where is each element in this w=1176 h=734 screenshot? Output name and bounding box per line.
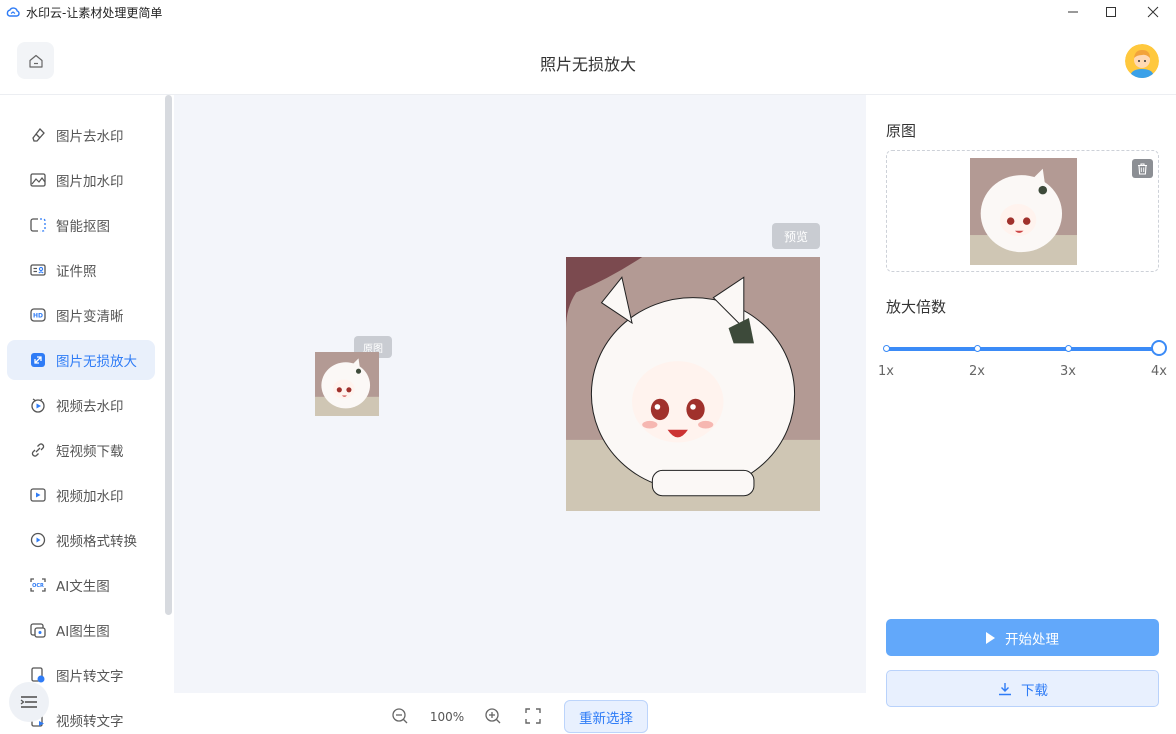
anime-girl-image: [315, 352, 379, 416]
sidebar-item-video-add-watermark[interactable]: 视频加水印: [7, 475, 155, 515]
app-header: 照片无损放大: [0, 24, 1176, 95]
trash-icon: [1138, 162, 1147, 175]
settings-panel: 原图 放大倍数 1x 2x 3x 4x 开始处理 下载: [866, 95, 1176, 734]
sidebar-item-label: 图片加水印: [56, 174, 124, 190]
link-download-icon: [29, 441, 47, 459]
close-button[interactable]: [1130, 0, 1176, 24]
sidebar-item-label: 智能抠图: [56, 219, 110, 235]
sidebar-item-label: 图片无损放大: [56, 354, 137, 370]
ocr-icon: OCR: [29, 576, 47, 594]
sidebar-item-label: 视频去水印: [56, 399, 124, 415]
sidebar-item-image-upscale[interactable]: 图片无损放大: [7, 340, 155, 380]
sidebar: 图片去水印 图片加水印 智能抠图 证件照 HD 图片变清晰 图片无损放大 视频去…: [0, 95, 174, 734]
sidebar-item-video-remove-watermark[interactable]: 视频去水印: [7, 385, 155, 425]
start-process-button[interactable]: 开始处理: [886, 619, 1159, 656]
download-button-label: 下载: [1021, 682, 1048, 699]
delete-button[interactable]: [1132, 159, 1153, 178]
menu-icon: [20, 696, 37, 708]
canvas[interactable]: 原图 预览: [174, 95, 866, 693]
tick-label: 2x: [969, 364, 985, 379]
maximize-button[interactable]: [1088, 0, 1134, 24]
preview-tag: 预览: [772, 223, 820, 249]
sidebar-item-label: AI图生图: [56, 624, 110, 640]
video-eraser-icon: [29, 396, 47, 414]
minimize-icon: [1068, 11, 1078, 13]
original-thumbnail: [970, 158, 1077, 265]
sidebar-item-label: AI文生图: [56, 579, 110, 595]
scale-label: 放大倍数: [886, 298, 947, 316]
zoom-out-icon: [392, 708, 408, 724]
download-icon: [999, 682, 1011, 695]
window-title: 水印云-让素材处理更简单: [26, 6, 163, 20]
page-title: 照片无损放大: [539, 55, 636, 74]
zoom-toolbar: 100% 重新选择: [174, 693, 866, 734]
sidebar-item-video-format-convert[interactable]: 视频格式转换: [7, 520, 155, 560]
reselect-button[interactable]: 重新选择: [564, 700, 648, 733]
slider-stop-3x[interactable]: [1065, 345, 1072, 352]
sidebar-item-label: 图片转文字: [56, 669, 124, 685]
tick-label: 4x: [1151, 364, 1167, 379]
hd-icon: HD: [29, 306, 47, 324]
expand-icon: [29, 351, 47, 369]
fullscreen-icon: [525, 708, 541, 724]
cloud-app-icon: [6, 7, 20, 17]
anime-girl-image: [970, 158, 1077, 265]
svg-text:HD: HD: [33, 313, 43, 320]
zoom-in-button[interactable]: [484, 707, 502, 725]
fit-screen-button[interactable]: [524, 707, 542, 725]
play-circle-icon: [29, 531, 47, 549]
zoom-level: 100%: [429, 710, 465, 724]
original-image[interactable]: [315, 352, 379, 416]
sidebar-item-image-sharpen[interactable]: HD 图片变清晰: [7, 295, 155, 335]
sidebar-item-image-add-watermark[interactable]: 图片加水印: [7, 160, 155, 200]
sidebar-item-id-photo[interactable]: 证件照: [7, 250, 155, 290]
avatar[interactable]: [1125, 44, 1159, 78]
svg-text:OCR: OCR: [32, 583, 44, 589]
sidebar-item-label: 视频转文字: [56, 714, 124, 730]
close-icon: [1147, 6, 1159, 18]
sidebar-item-label: 图片去水印: [56, 129, 124, 145]
sidebar-item-short-video-download[interactable]: 短视频下载: [7, 430, 155, 470]
tick-label: 1x: [878, 364, 894, 379]
sidebar-scrollbar[interactable]: [165, 95, 172, 615]
title-bar: 水印云-让素材处理更简单: [0, 0, 1176, 24]
play-icon: [986, 631, 995, 644]
download-button[interactable]: 下载: [886, 670, 1159, 707]
slider-stop-2x[interactable]: [974, 345, 981, 352]
sidebar-item-ai-image-to-image[interactable]: AI图生图: [7, 610, 155, 650]
cutout-icon: [29, 216, 47, 234]
tick-label: 3x: [1060, 364, 1076, 379]
sidebar-item-ai-text-to-image[interactable]: OCR AI文生图: [7, 565, 155, 605]
user-avatar-icon: [1125, 44, 1159, 78]
sidebar-item-label: 视频加水印: [56, 489, 124, 505]
sidebar-item-label: 证件照: [56, 264, 97, 280]
sidebar-item-label: 短视频下载: [56, 444, 124, 460]
anime-girl-image: [566, 257, 820, 511]
id-card-icon: [29, 261, 47, 279]
maximize-icon: [1106, 7, 1116, 17]
sidebar-item-smart-cutout[interactable]: 智能抠图: [7, 205, 155, 245]
original-label: 原图: [886, 122, 917, 140]
start-button-label: 开始处理: [1005, 631, 1059, 648]
original-upload-box[interactable]: [886, 150, 1159, 272]
image-gen-icon: [29, 621, 47, 639]
scale-slider-thumb[interactable]: [1151, 340, 1167, 356]
eraser-icon: [29, 126, 47, 144]
slider-stop-1x[interactable]: [883, 345, 890, 352]
preview-image[interactable]: [566, 257, 820, 511]
zoom-out-button[interactable]: [391, 707, 409, 725]
sidebar-item-image-remove-watermark[interactable]: 图片去水印: [7, 115, 155, 155]
menu-button[interactable]: [9, 682, 49, 722]
sidebar-item-label: 视频格式转换: [56, 534, 137, 550]
sidebar-item-label: 图片变清晰: [56, 309, 124, 325]
image-add-icon: [29, 171, 47, 189]
zoom-in-icon: [485, 708, 501, 724]
video-add-icon: [29, 486, 47, 504]
scale-slider-track[interactable]: [886, 347, 1159, 351]
